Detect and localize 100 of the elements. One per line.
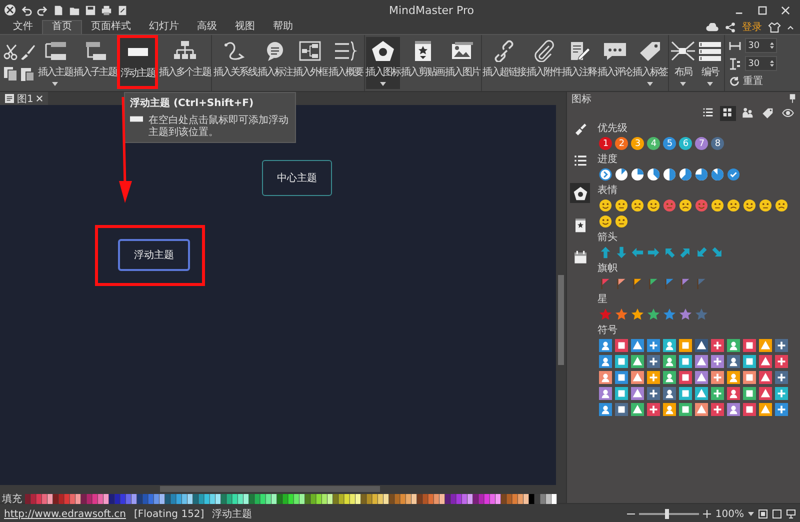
star-icon[interactable]	[663, 308, 676, 321]
symbol-icon[interactable]	[679, 403, 692, 416]
ribbon-button[interactable]: 插入注释	[562, 37, 596, 89]
symbol-icon[interactable]	[631, 339, 644, 352]
symbol-icon[interactable]	[615, 403, 628, 416]
symbol-icon[interactable]	[743, 371, 756, 384]
symbol-icon[interactable]	[663, 387, 676, 400]
star-icon[interactable]	[647, 308, 660, 321]
ribbon-button[interactable]: 插入评论	[597, 37, 632, 89]
star-icon[interactable]	[631, 308, 644, 321]
menu-tab[interactable]: 文件	[4, 20, 42, 34]
symbol-icon[interactable]	[743, 387, 756, 400]
ribbon-button[interactable]: 插入多个主题	[158, 37, 210, 89]
symbol-icon[interactable]	[599, 339, 612, 352]
symbol-icon[interactable]	[695, 355, 708, 368]
symbol-icon[interactable]	[695, 387, 708, 400]
close-icon[interactable]	[36, 95, 44, 102]
face-icon[interactable]	[695, 199, 708, 212]
arrow-icon[interactable]	[599, 246, 612, 259]
symbol-icon[interactable]	[775, 339, 788, 352]
star-icon[interactable]	[695, 308, 708, 321]
arrow-icon[interactable]	[647, 246, 660, 259]
symbol-icon[interactable]	[743, 339, 756, 352]
pin-icon[interactable]	[789, 94, 796, 103]
symbol-icon[interactable]	[759, 403, 772, 416]
face-icon[interactable]	[615, 199, 628, 212]
symbol-icon[interactable]	[599, 355, 612, 368]
arrow-icon[interactable]	[679, 246, 692, 259]
symbol-icon[interactable]	[711, 387, 724, 400]
ribbon-button[interactable]: 浮动主题	[120, 38, 155, 86]
spinner-field[interactable]: 30	[745, 38, 778, 53]
symbol-icon[interactable]	[647, 387, 660, 400]
progress-icon[interactable]	[599, 168, 612, 181]
ribbon-button[interactable]: 插入标注	[257, 37, 292, 89]
symbol-icon[interactable]	[727, 403, 740, 416]
symbol-icon[interactable]	[711, 355, 724, 368]
new-file-icon[interactable]	[53, 4, 64, 16]
ribbon-button[interactable]: 插入附件	[526, 37, 561, 89]
face-icon[interactable]	[647, 199, 660, 212]
zoom-level[interactable]: 100%	[715, 508, 744, 520]
menu-tab[interactable]: 首页	[42, 20, 82, 34]
arrow-icon[interactable]	[711, 246, 724, 259]
symbol-icon[interactable]	[727, 355, 740, 368]
symbol-icon[interactable]	[647, 339, 660, 352]
progress-icon[interactable]	[631, 168, 644, 181]
face-icon[interactable]	[743, 199, 756, 212]
star-icon[interactable]	[679, 308, 692, 321]
symbol-icon[interactable]	[679, 387, 692, 400]
progress-icon[interactable]	[711, 168, 724, 181]
face-icon[interactable]	[679, 199, 692, 212]
symbol-icon[interactable]	[599, 387, 612, 400]
symbol-icon[interactable]	[711, 371, 724, 384]
reset-button[interactable]: 重置	[729, 74, 778, 88]
cloud-icon[interactable]	[706, 22, 719, 32]
view-button[interactable]	[720, 106, 736, 120]
arrow-icon[interactable]	[615, 246, 628, 259]
save-icon[interactable]	[85, 4, 96, 16]
symbol-icon[interactable]	[695, 339, 708, 352]
menu-tab[interactable]: 帮助	[264, 20, 302, 34]
progress-icon[interactable]	[647, 168, 660, 181]
star-icon[interactable]	[599, 308, 612, 321]
symbol-icon[interactable]	[727, 371, 740, 384]
symbol-icon[interactable]	[679, 339, 692, 352]
ribbon-button[interactable]: 插入关系线	[213, 37, 256, 89]
symbol-icon[interactable]	[695, 371, 708, 384]
symbol-icon[interactable]	[759, 371, 772, 384]
symbol-icon[interactable]	[759, 339, 772, 352]
symbol-icon[interactable]	[775, 355, 788, 368]
symbol-icon[interactable]	[599, 371, 612, 384]
symbol-icon[interactable]	[775, 371, 788, 384]
symbol-icon[interactable]	[743, 403, 756, 416]
face-icon[interactable]	[615, 215, 628, 228]
ribbon-button[interactable]: 插入图标	[366, 37, 400, 89]
face-icon[interactable]	[759, 199, 772, 212]
login-link[interactable]: 登录	[742, 20, 762, 34]
symbol-icon[interactable]	[759, 387, 772, 400]
priority-icon[interactable]: 1	[599, 137, 612, 150]
maximize-icon[interactable]	[758, 6, 767, 14]
symbol-icon[interactable]	[695, 403, 708, 416]
redo-icon[interactable]	[37, 4, 48, 16]
menu-tab[interactable]: 高级	[188, 20, 226, 34]
symbol-icon[interactable]	[727, 387, 740, 400]
priority-icon[interactable]: 8	[711, 137, 724, 150]
symbol-icon[interactable]	[631, 387, 644, 400]
symbol-icon[interactable]	[615, 371, 628, 384]
symbol-icon[interactable]	[663, 339, 676, 352]
fit-page-icon[interactable]	[758, 509, 768, 519]
slider-thumb[interactable]	[664, 509, 669, 519]
arrow-icon[interactable]	[695, 246, 708, 259]
symbol-icon[interactable]	[647, 403, 660, 416]
presentation-icon[interactable]	[786, 509, 796, 519]
star-icon[interactable]	[615, 308, 628, 321]
face-icon[interactable]	[775, 199, 788, 212]
progress-icon[interactable]	[727, 168, 740, 181]
symbol-icon[interactable]	[711, 339, 724, 352]
side-tab[interactable]	[570, 183, 590, 203]
topic-node[interactable]: 浮动主题	[118, 239, 190, 271]
full-screen-icon[interactable]	[772, 509, 782, 519]
website-link[interactable]: http://www.edrawsoft.cn	[4, 508, 126, 520]
symbol-icon[interactable]	[727, 339, 740, 352]
